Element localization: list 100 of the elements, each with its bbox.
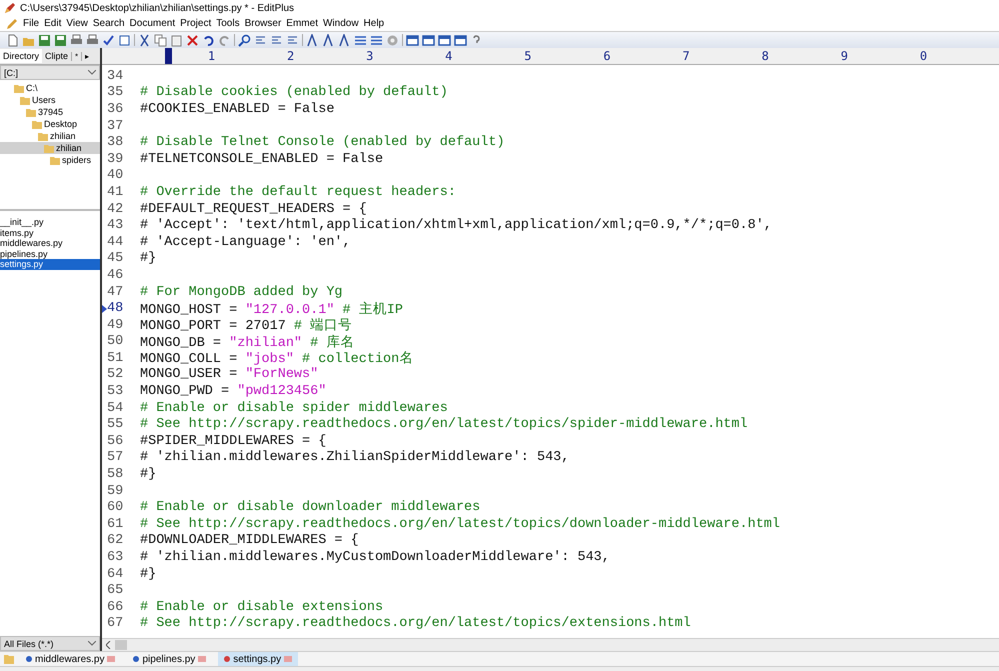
win-icon[interactable] (438, 34, 451, 46)
sidebar-file-entry[interactable]: middlewares.py (0, 238, 100, 248)
list-icon[interactable] (354, 34, 367, 46)
menu-item[interactable]: Project (180, 18, 212, 29)
tab-scroll-button[interactable]: ▸ (81, 52, 92, 60)
code-line: # 'Accept-Language': 'en', (140, 234, 351, 250)
chevron-icon (88, 70, 96, 75)
line-number: 57 (107, 450, 124, 466)
copy-icon[interactable] (154, 34, 167, 46)
line-number: 58 (107, 467, 124, 482)
line-number: 45 (107, 251, 124, 266)
sidebar-file-entry[interactable]: items.py (0, 228, 100, 238)
search-icon[interactable] (238, 34, 251, 46)
line-number: 59 (107, 484, 124, 499)
folder-item[interactable]: zhilian (0, 130, 100, 142)
line-number: 48 (107, 301, 124, 316)
document-tab[interactable]: settings.py (218, 652, 298, 666)
code-line: # For MongoDB added by Yg (140, 284, 343, 300)
code-line: MONGO_HOST = "127.0.0.1" # 主机IP (140, 300, 403, 318)
line-number: 66 (107, 600, 124, 615)
sidebar-file-entry[interactable]: __init__.py (0, 217, 100, 228)
sidebar-file-entry[interactable]: settings.py (0, 259, 100, 270)
line-number: 61 (107, 516, 124, 532)
code-line: #COOKIES_ENABLED = False (140, 102, 334, 117)
line-number: 40 (107, 168, 124, 184)
menu-item[interactable]: Browser (244, 18, 282, 29)
folder-item[interactable]: C:\ (0, 82, 100, 94)
line-number: 42 (107, 202, 124, 217)
sidebar-file-entry[interactable]: pipelines.py (0, 248, 100, 259)
check-icon[interactable] (102, 34, 115, 46)
line-number: 52 (107, 367, 124, 382)
document-tab[interactable]: pipelines.py (127, 652, 212, 666)
ruler-number: 0 (920, 49, 928, 63)
code-line: MONGO_DB = "zhilian" # 库名 (140, 334, 354, 351)
menu-item[interactable]: View (66, 18, 88, 29)
sidebar-tab[interactable]: Clipte (42, 49, 72, 63)
save-icon[interactable] (38, 34, 51, 46)
list-icon[interactable] (370, 34, 383, 46)
folder-item[interactable]: Desktop (0, 118, 100, 130)
box-icon[interactable] (118, 34, 131, 46)
file-icon (224, 656, 230, 662)
line-number: 50 (107, 334, 124, 350)
line-number: 46 (107, 268, 124, 283)
code-line: #} (140, 251, 156, 266)
scroll-thumb[interactable] (115, 640, 127, 650)
code-line: MONGO_COLL = "jobs" # collection名 (140, 350, 414, 368)
code-line: #SPIDER_MIDDLEWARES = { (140, 434, 326, 449)
line-number: 47 (107, 284, 124, 300)
undo-icon[interactable] (202, 34, 215, 46)
code-line: #DEFAULT_REQUEST_HEADERS = { (140, 202, 367, 217)
paste-icon[interactable] (170, 34, 183, 46)
menu-item[interactable]: File (23, 18, 40, 29)
menu-item[interactable]: Window (322, 18, 359, 29)
win-icon[interactable] (422, 34, 435, 46)
cut-icon[interactable] (138, 34, 151, 46)
folder-item[interactable]: 37945 (0, 106, 100, 118)
horizontal-scrollbar[interactable] (102, 638, 999, 651)
folder-item[interactable]: zhilian (0, 142, 100, 154)
ruler-number: 2 (286, 49, 296, 63)
line-number: 38 (107, 135, 124, 150)
menu-item[interactable]: Search (92, 18, 125, 29)
win-icon[interactable] (406, 34, 419, 46)
menu-item[interactable]: Help (364, 18, 384, 29)
line-number: 37 (107, 118, 124, 134)
close-icon[interactable] (186, 34, 199, 46)
code-line: MONGO_PWD = "pwd123456" (140, 384, 326, 400)
tab-scroll-button[interactable]: * (71, 52, 82, 60)
drive-dropdown[interactable]: [C:] (0, 65, 100, 80)
menu-item[interactable]: Document (130, 18, 176, 29)
code-line: MONGO_PORT = 27017 # 端口号 (140, 317, 352, 334)
line-number: 63 (107, 550, 124, 566)
file-icon (26, 656, 32, 662)
code-line: #} (140, 467, 156, 482)
code-line: # Disable cookies (enabled by default) (140, 85, 448, 100)
folder-item[interactable]: spiders (0, 154, 100, 166)
folder-item[interactable]: Users (0, 94, 100, 106)
file-filter-dropdown[interactable]: All Files (*.*) (0, 636, 100, 651)
ruler-number: 3 (366, 49, 374, 63)
menu-item[interactable]: Edit (44, 18, 62, 29)
win-icon[interactable] (454, 34, 467, 46)
ruler-number: 7 (682, 49, 691, 63)
current-line-icon (102, 304, 107, 313)
print-icon[interactable] (70, 34, 83, 46)
code-line: # Enable or disable downloader middlewares (140, 500, 480, 516)
line-number: 34 (107, 68, 124, 84)
code-line: # Override the default request headers: (140, 184, 456, 200)
line-number: 56 (107, 434, 124, 449)
save-icon[interactable] (54, 34, 67, 46)
document-tab[interactable]: middlewares.py (20, 652, 122, 666)
line-number: 41 (107, 184, 124, 200)
code-line: # See http://scrapy.readthedocs.org/en/latest/topics/extensions.html (140, 616, 691, 632)
print-icon[interactable] (86, 34, 99, 46)
line-number: 39 (107, 152, 124, 167)
line-number: 43 (107, 218, 124, 234)
line-number: 36 (107, 102, 124, 117)
menu-item[interactable]: Tools (216, 18, 240, 29)
scroll-left-icon[interactable] (106, 641, 111, 649)
ruler-number: 9 (840, 49, 849, 63)
menu-item[interactable]: Emmet (286, 18, 318, 29)
sidebar-tab[interactable]: Directory (0, 49, 42, 63)
